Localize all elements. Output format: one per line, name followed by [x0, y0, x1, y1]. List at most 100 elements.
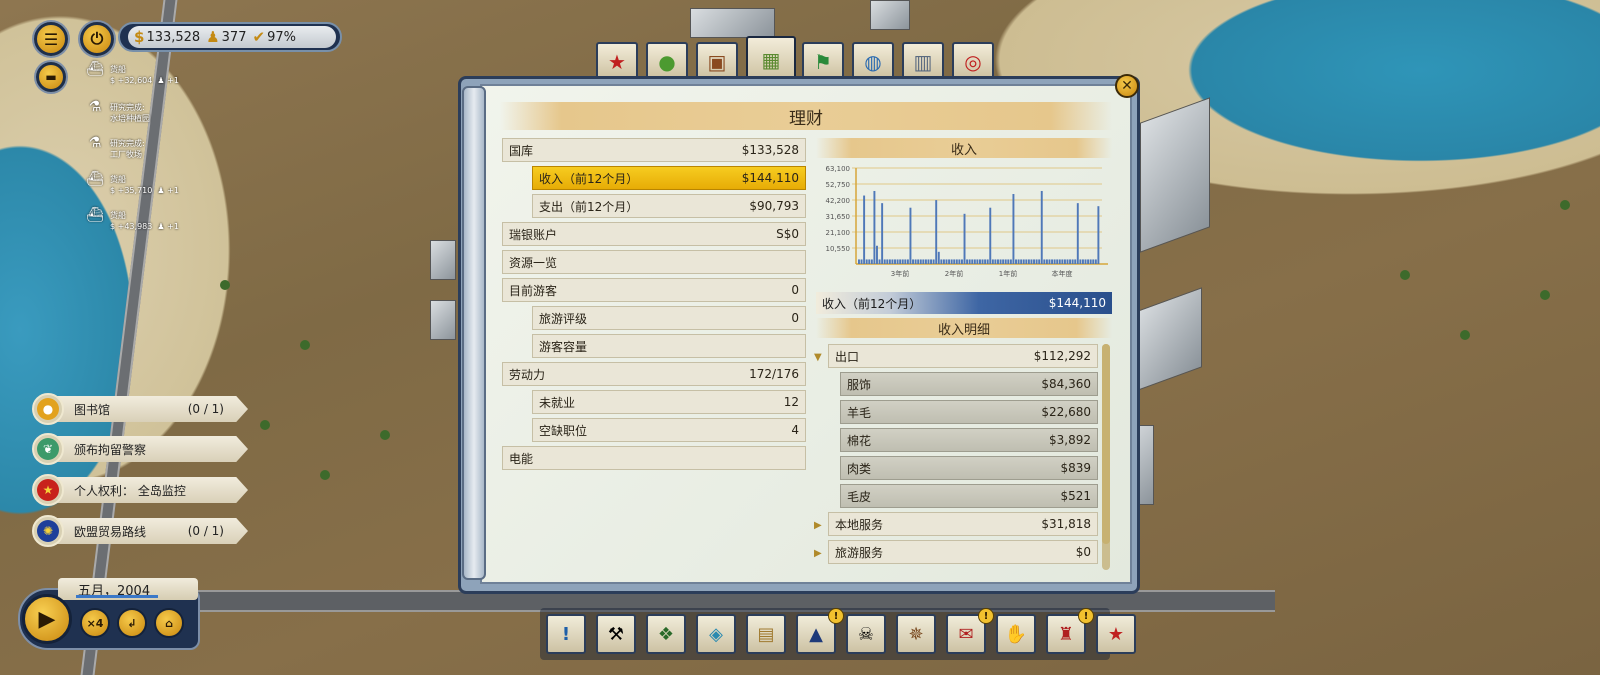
chart-bar[interactable]	[1074, 259, 1077, 264]
population-stat[interactable]: ♟ 377	[206, 28, 246, 46]
tool-info[interactable]: !	[546, 614, 586, 654]
chart-bar[interactable]	[1087, 259, 1090, 264]
chart-bar[interactable]	[945, 259, 948, 264]
chart-bar[interactable]	[1009, 259, 1012, 264]
breakdown-row-wool[interactable]: 羊毛 $22,680	[840, 400, 1098, 424]
notification-item[interactable]: ⛴ 货船 $ +35,710 ♟ +1	[86, 172, 246, 196]
menu-button[interactable]: ☰	[34, 22, 68, 56]
expand-arrow-icon[interactable]: ▶	[814, 548, 824, 559]
chart-bar[interactable]	[953, 259, 956, 264]
action-surveillance[interactable]: ★ 个人权利： 全岛监控	[32, 474, 248, 506]
chart-bar[interactable]	[1033, 259, 1035, 264]
notifications-button[interactable]: ▬	[36, 62, 66, 92]
approval-stat[interactable]: ✔ 97%	[252, 28, 295, 46]
chart-bar[interactable]	[1066, 259, 1069, 264]
chart-bar[interactable]	[958, 259, 961, 264]
row-power[interactable]: 电能	[502, 446, 806, 470]
tool-overlays[interactable]: ◈	[696, 614, 736, 654]
breakdown-row-fur[interactable]: 毛皮 $521	[840, 484, 1098, 508]
power-button[interactable]: ⏻	[80, 22, 114, 56]
chart-bar[interactable]	[924, 259, 927, 264]
chart-bar[interactable]	[940, 259, 943, 264]
chart-bar[interactable]	[1071, 259, 1074, 264]
chart-bar[interactable]	[883, 259, 886, 264]
chart-bar[interactable]	[979, 259, 981, 264]
row-income[interactable]: 收入（前12个月） $144,110	[532, 166, 806, 190]
chart-bar[interactable]	[1038, 259, 1041, 264]
chart-bar[interactable]	[1076, 203, 1079, 264]
chart-bar[interactable]	[976, 259, 979, 264]
row-tourism-rating[interactable]: 旅游评级 0	[532, 306, 806, 330]
chart-bar[interactable]	[876, 245, 878, 264]
row-tourist-capacity[interactable]: 游客容量	[532, 334, 806, 358]
notification-item[interactable]: ⚗ 研究完成: 工厂牧场	[86, 136, 246, 160]
chart-bar[interactable]	[922, 259, 925, 264]
row-resources[interactable]: 资源一览	[502, 250, 806, 274]
breakdown-row-export[interactable]: 出口 $112,292	[828, 344, 1098, 368]
speed-button[interactable]: ×4	[80, 608, 110, 638]
chart-bar[interactable]	[914, 259, 917, 264]
chart-bar[interactable]	[873, 190, 876, 264]
breakdown-row-tourism[interactable]: 旅游服务 $0	[828, 540, 1098, 564]
chart-bar[interactable]	[1094, 259, 1097, 264]
treasury-stat[interactable]: $ 133,528	[134, 28, 200, 46]
chart-bar[interactable]	[1045, 259, 1048, 264]
action-eu-trade[interactable]: ✺ 欧盟贸易路线 (0 / 1)	[32, 515, 248, 547]
scrollbar-thumb[interactable]	[1102, 344, 1110, 544]
el-presidente-button[interactable]: ⌂	[154, 608, 184, 638]
chart-bar[interactable]	[904, 259, 907, 264]
chart-bar[interactable]	[901, 259, 904, 264]
row-workforce[interactable]: 劳动力 172/176	[502, 362, 806, 386]
chart-bar[interactable]	[860, 259, 863, 264]
build-menu-button[interactable]: ↲	[117, 608, 147, 638]
chart-bar[interactable]	[968, 259, 971, 264]
chart-bar[interactable]	[1025, 259, 1028, 264]
tool-edicts[interactable]: ▤	[746, 614, 786, 654]
row-vacancies[interactable]: 空缺职位 4	[532, 418, 806, 442]
chart-bar[interactable]	[963, 213, 966, 264]
row-treasury[interactable]: 国库 $133,528	[502, 138, 806, 162]
chart-bar[interactable]	[1069, 259, 1072, 264]
chart-bar[interactable]	[1027, 259, 1030, 264]
chart-bar[interactable]	[989, 207, 992, 264]
chart-bar[interactable]	[994, 259, 997, 264]
income-total-bar[interactable]: 收入（前12个月） $144,110	[816, 292, 1112, 314]
chart-bar[interactable]	[932, 259, 935, 264]
tool-diplomacy[interactable]: ✋	[996, 614, 1036, 654]
row-unemployed[interactable]: 未就业 12	[532, 390, 806, 414]
chart-bar[interactable]	[1089, 259, 1092, 264]
chart-bar[interactable]	[1058, 259, 1061, 264]
chart-bar[interactable]	[1002, 259, 1005, 264]
chart-bar[interactable]	[896, 259, 899, 264]
chart-bar[interactable]	[1007, 259, 1010, 264]
chart-bar[interactable]	[1004, 259, 1007, 264]
play-button[interactable]: ▶	[22, 594, 72, 644]
close-button[interactable]: ✕	[1115, 74, 1139, 98]
tool-trade[interactable]: ✵	[896, 614, 936, 654]
chart-bar[interactable]	[894, 259, 896, 264]
chart-bar[interactable]	[935, 200, 938, 264]
chart-bar[interactable]	[1097, 206, 1100, 264]
chart-bar[interactable]	[886, 259, 889, 264]
breakdown-scrollbar[interactable]	[1102, 344, 1110, 570]
row-tourists[interactable]: 目前游客 0	[502, 278, 806, 302]
chart-bar[interactable]	[937, 251, 940, 264]
chart-bar[interactable]	[981, 259, 984, 264]
chart-bar[interactable]	[1081, 259, 1084, 264]
chart-bar[interactable]	[1053, 259, 1056, 264]
chart-bar[interactable]	[868, 259, 871, 264]
notification-item[interactable]: ⛴ 货船 $ +43,983 ♟ +1	[86, 208, 246, 232]
chart-bar[interactable]	[960, 259, 963, 264]
chart-bar[interactable]	[858, 259, 860, 264]
chart-bar[interactable]	[986, 259, 989, 264]
chart-bar[interactable]	[1040, 190, 1043, 264]
chart-bar[interactable]	[966, 259, 969, 264]
chart-bar[interactable]	[927, 259, 930, 264]
tool-ministry[interactable]: ★	[1096, 614, 1136, 654]
chart-bar[interactable]	[888, 259, 891, 264]
chart-bar[interactable]	[997, 259, 999, 264]
breakdown-row-meat[interactable]: 肉类 $839	[840, 456, 1098, 480]
chart-bar[interactable]	[1048, 259, 1051, 264]
chart-bar[interactable]	[1084, 259, 1087, 264]
chart-bar[interactable]	[912, 259, 914, 264]
